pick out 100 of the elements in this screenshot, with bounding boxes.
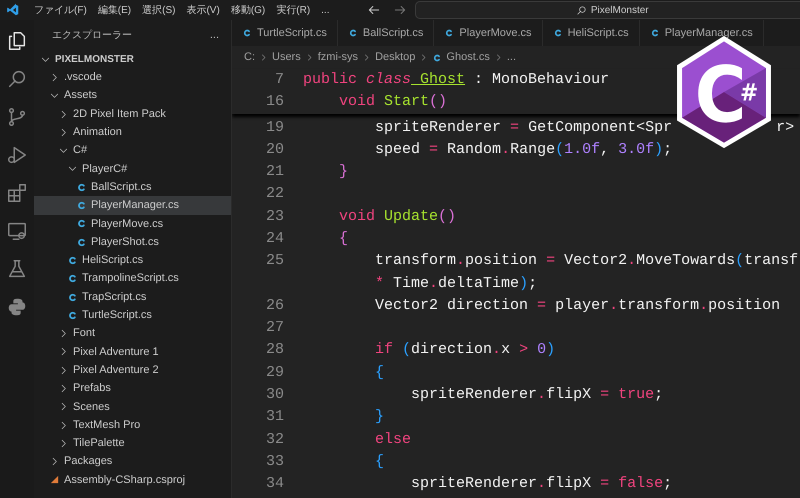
line-number: 30	[264, 385, 284, 406]
tree-item[interactable]: HeliScript.cs	[34, 251, 231, 270]
play-bug-icon[interactable]	[6, 144, 28, 166]
search-text: PixelMonster	[590, 4, 649, 18]
breadcrumb-item[interactable]: C:	[244, 49, 255, 66]
menu-item[interactable]: 選択(S)	[138, 2, 180, 18]
menu-item[interactable]: 表示(V)	[182, 2, 224, 18]
tree-item[interactable]: .vscode	[34, 68, 231, 87]
breadcrumb-item[interactable]: Ghost.cs	[446, 49, 490, 66]
line-number: 24	[264, 228, 284, 249]
c-file-icon	[348, 28, 358, 38]
line-number: 27	[264, 318, 284, 338]
line-number: 25	[264, 251, 284, 272]
tree-item[interactable]: TrampolineScript.cs	[34, 270, 231, 288]
line-number: 31	[264, 407, 284, 428]
line-number: 33	[264, 452, 284, 472]
line-number: 16	[264, 92, 284, 112]
code-line: {	[338, 228, 348, 249]
blocks-icon[interactable]	[6, 182, 28, 204]
c-file-icon	[76, 182, 87, 193]
forward-arrow-icon[interactable]	[392, 3, 406, 17]
tree-item[interactable]: TurtleScript.cs	[34, 306, 231, 324]
editor-tab[interactable]: BallScript.cs	[338, 20, 434, 46]
code-line: public class Ghost : MonoBehaviour	[302, 70, 610, 90]
tree-item[interactable]: Assets	[34, 86, 231, 105]
tree-item[interactable]: BallScript.cs	[34, 178, 231, 196]
tree-item[interactable]: Pixel Adventure 2	[34, 361, 231, 380]
tree-item[interactable]: TextMesh Pro	[34, 416, 231, 434]
code-line: * Time.deltaTime);	[374, 274, 538, 294]
editor-logo-icon	[6, 3, 20, 17]
editor-tab[interactable]: HeliScript.cs	[542, 20, 640, 46]
tree-item[interactable]: TilePalette	[34, 434, 231, 453]
breadcrumb-item[interactable]: Desktop	[375, 49, 416, 66]
menu-item[interactable]: 編集(E)	[94, 2, 136, 18]
search-icon	[576, 4, 587, 16]
line-number: 34	[264, 474, 284, 494]
code-line: void Update()	[338, 206, 456, 227]
tree-item[interactable]: C#	[34, 141, 231, 160]
editor-tab[interactable]: PlayerMove.cs	[434, 20, 543, 46]
chevron-icon	[259, 53, 268, 62]
c-file-icon	[67, 292, 78, 302]
tree-item[interactable]: 2D Pixel Item Pack	[34, 104, 231, 124]
line-number: 23	[264, 206, 284, 227]
breadcrumb-item[interactable]: fzmi-sys	[318, 49, 358, 66]
breadcrumb-item[interactable]: ...	[506, 49, 516, 66]
tree-item[interactable]: Scenes	[34, 398, 231, 416]
search-field[interactable]: PixelMonster	[414, 1, 800, 19]
code-line: else	[374, 430, 412, 450]
code-line: {	[374, 452, 384, 472]
c-file-icon	[432, 52, 442, 62]
c-file-icon	[650, 28, 660, 38]
c-file-icon	[67, 254, 78, 266]
menu-item[interactable]: ファイル(F)	[30, 2, 91, 18]
tree-item[interactable]: TrapScript.cs	[34, 288, 231, 306]
files-icon[interactable]	[6, 30, 28, 52]
editor-tab[interactable]: TurtleScript.cs	[232, 20, 338, 46]
branch-icon[interactable]	[6, 106, 28, 128]
tree-item[interactable]: Packages	[34, 452, 231, 471]
tree-item[interactable]: PlayerManager.cs	[34, 196, 231, 215]
line-number: 32	[264, 430, 284, 450]
line-number: 26	[264, 296, 284, 316]
c-file-icon	[67, 273, 78, 284]
c-file-icon	[444, 28, 454, 38]
c-file-icon	[76, 236, 87, 248]
tree-item[interactable]: PlayerShot.cs	[34, 232, 231, 252]
sidebar-title: エクスプローラー	[52, 28, 132, 42]
code-line: {	[374, 362, 384, 383]
code-line: spriteRenderer.flipX = true;	[410, 385, 664, 406]
triangle-file-icon	[49, 474, 60, 486]
tree-item[interactable]: Animation	[34, 123, 231, 142]
tree-item[interactable]: Assembly-CSharp.csproj	[34, 470, 231, 490]
two-snakes-icon[interactable]	[6, 296, 28, 318]
c-file-icon	[242, 28, 252, 38]
more-button[interactable]: ...	[210, 26, 219, 44]
tree-item[interactable]: Font	[34, 324, 231, 343]
c-file-icon	[76, 200, 87, 212]
code-line: if (direction.x > 0)	[374, 340, 556, 360]
search-icon[interactable]	[6, 68, 28, 90]
back-arrow-icon[interactable]	[366, 3, 380, 17]
flask-icon[interactable]	[6, 258, 28, 280]
breadcrumb-item[interactable]: Users	[272, 49, 301, 66]
line-number: 21	[264, 162, 284, 182]
code-line: }	[338, 162, 348, 182]
code-line: }	[374, 407, 384, 428]
c-file-icon	[552, 28, 563, 38]
menu-item[interactable]: ...	[317, 2, 334, 18]
line-number: 7	[274, 70, 284, 90]
tree-item[interactable]: Pixel Adventure 1	[34, 342, 231, 362]
monitor-icon[interactable]	[6, 220, 28, 242]
line-number: 20	[264, 140, 284, 160]
code-line: Vector2 direction = player.transform.position	[374, 296, 780, 316]
tree-item[interactable]: Prefabs	[34, 379, 231, 398]
line-number: 22	[264, 184, 284, 204]
tree-item[interactable]: PIXELMONSTER	[34, 50, 231, 68]
menu-item[interactable]: 移動(G)	[226, 2, 270, 18]
code-line: speed = Random.Range(1.0f, 3.0f);	[374, 140, 672, 160]
menu-item[interactable]: 実行(R)	[272, 2, 314, 18]
tree-item[interactable]: PlayerMove.cs	[34, 214, 231, 233]
tree-item[interactable]: PlayerC#	[34, 160, 231, 178]
code-line: void Start()	[338, 92, 448, 112]
